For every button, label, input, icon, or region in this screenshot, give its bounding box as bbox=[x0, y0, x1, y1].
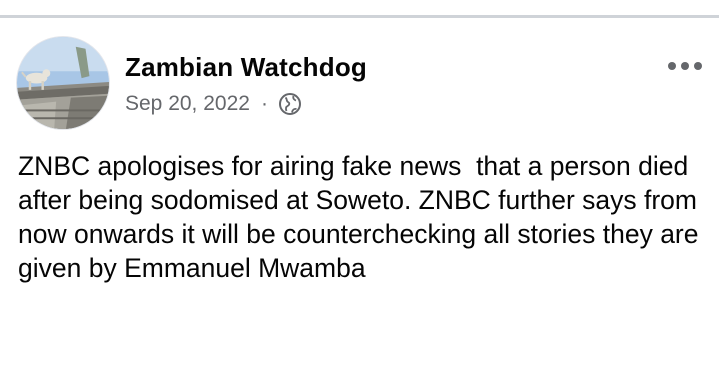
post-text: ZNBC apologises for airing fake news tha… bbox=[18, 151, 706, 283]
post-meta: Sep 20, 2022 · bbox=[125, 90, 302, 118]
globe-icon[interactable] bbox=[278, 92, 302, 116]
meta-separator: · bbox=[260, 92, 268, 115]
more-dot bbox=[681, 62, 689, 70]
post-card: Zambian Watchdog Sep 20, 2022 · ZNBC apo… bbox=[0, 18, 719, 373]
more-options-icon[interactable] bbox=[660, 54, 710, 78]
more-dot bbox=[668, 62, 676, 70]
more-dot bbox=[694, 62, 702, 70]
avatar[interactable] bbox=[16, 36, 110, 130]
author-name[interactable]: Zambian Watchdog bbox=[125, 52, 367, 83]
post-date[interactable]: Sep 20, 2022 bbox=[125, 92, 250, 116]
avatar-image bbox=[17, 37, 109, 129]
